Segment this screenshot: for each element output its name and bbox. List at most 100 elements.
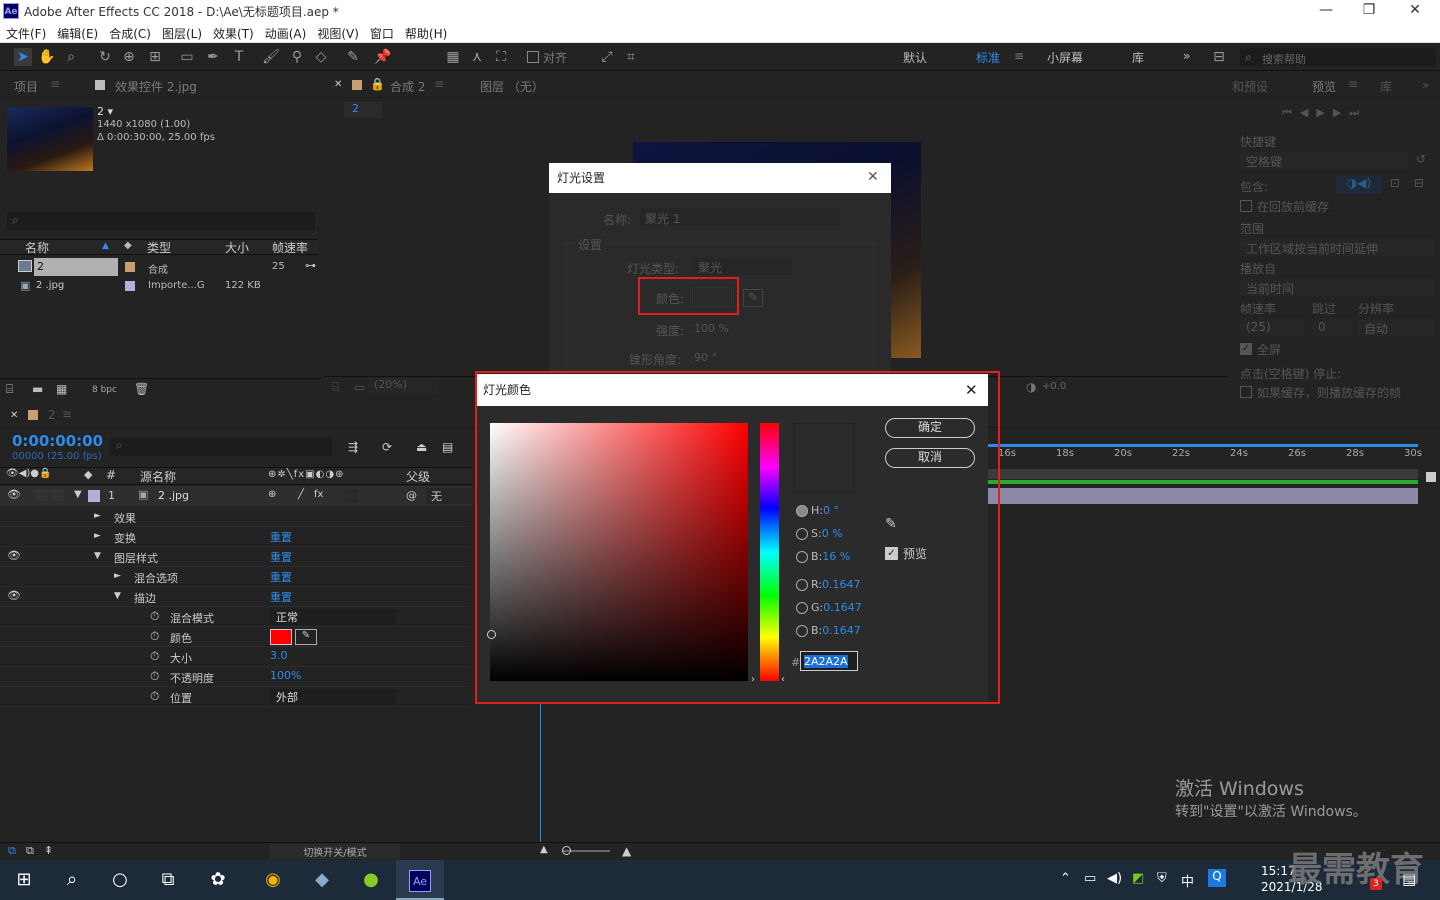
menu-composition[interactable]: 合成(C) xyxy=(103,23,156,42)
property-value[interactable]: 重置 xyxy=(270,529,292,545)
after-effects-taskbar-icon[interactable]: Ae xyxy=(396,860,444,900)
property-row[interactable]: 👁 ▼ 描边 重置 xyxy=(0,587,470,607)
range-dropdown[interactable]: 工作区域按当前时间延伸 xyxy=(1240,239,1434,256)
project-row-comp[interactable]: 2 合成 25 ⊶ xyxy=(0,258,318,276)
skip-dropdown[interactable]: 0 xyxy=(1312,319,1352,336)
expand-arrow-icon[interactable]: ▼ xyxy=(94,551,101,561)
more-tabs-icon[interactable]: » xyxy=(1422,78,1429,92)
close-icon[interactable]: ✕ xyxy=(867,169,879,185)
maximize-button[interactable]: ❐ xyxy=(1349,2,1389,20)
close-window-button[interactable]: ✕ xyxy=(1395,2,1435,20)
help-search-box[interactable]: ⌕ 搜索帮助 xyxy=(1240,48,1436,66)
menu-file[interactable]: 文件(F) xyxy=(0,23,51,42)
network-icon[interactable]: ▭ xyxy=(1084,871,1096,886)
property-value[interactable]: 重置 xyxy=(270,549,292,565)
menu-animation[interactable]: 动画(A) xyxy=(259,23,312,42)
hand-tool-icon[interactable]: ✋ xyxy=(38,48,56,66)
property-value[interactable]: 100% xyxy=(270,669,301,682)
transfer-controls-icon[interactable]: ⧉ xyxy=(26,844,34,858)
project-search[interactable]: ⌕ xyxy=(7,212,315,230)
exposure-value[interactable]: +0.0 xyxy=(1042,381,1066,392)
shortcut-dropdown[interactable]: 空格键 xyxy=(1240,152,1408,169)
property-row[interactable]: ⏱ 混合模式 正常 xyxy=(0,607,470,627)
layer-duration-bar[interactable] xyxy=(988,488,1418,504)
frame-blending-icon[interactable]: ▤ xyxy=(442,440,453,454)
text-tool-icon[interactable]: T xyxy=(230,48,248,66)
fullscreen-checkbox[interactable]: ✓ xyxy=(1240,343,1252,355)
action-center-icon[interactable]: ▤ xyxy=(1402,870,1416,888)
brush-tool-icon[interactable]: 🖌 xyxy=(262,48,280,66)
col-fps[interactable]: 帧速率 xyxy=(272,239,308,256)
property-value[interactable]: 重置 xyxy=(270,589,292,605)
interpret-footage-icon[interactable]: ⌸ xyxy=(6,382,13,397)
col-parent[interactable]: 父级 xyxy=(406,468,430,485)
stroke-color-swatch[interactable] xyxy=(270,629,292,645)
panel-menu-icon[interactable]: ≡ xyxy=(62,407,72,421)
property-row[interactable]: ► 效果 xyxy=(0,507,470,527)
col-name[interactable]: 名称 xyxy=(25,239,49,256)
label-tag-icon[interactable]: ◆ xyxy=(124,240,132,251)
ime-indicator[interactable]: 中 xyxy=(1181,871,1194,890)
property-row[interactable]: ⏱ 颜色 ✎ xyxy=(0,627,470,647)
eraser-tool-icon[interactable]: ◇ xyxy=(312,48,330,66)
nvidia-icon[interactable]: ◩ xyxy=(1132,871,1144,886)
minimize-button[interactable]: — xyxy=(1306,2,1346,20)
property-value[interactable]: 3.0 xyxy=(270,649,288,662)
lock-toggle[interactable] xyxy=(52,489,64,501)
pinwheel-app-icon[interactable]: ✿ xyxy=(194,860,242,900)
security-shield-icon[interactable]: ⛨ xyxy=(1157,871,1167,886)
workspace-standard[interactable]: 标准 xyxy=(976,49,1000,66)
property-dropdown[interactable]: 外部 xyxy=(270,689,396,705)
work-area-bar[interactable] xyxy=(988,444,1418,447)
snap-checkbox[interactable] xyxy=(527,51,539,63)
qq-icon[interactable]: Q xyxy=(1208,869,1226,887)
property-row[interactable]: ⏱ 位置 外部 xyxy=(0,687,470,707)
playback-controls-icon[interactable]: ⏮◀▶▶⏭ xyxy=(1282,106,1367,120)
stopwatch-icon[interactable]: ⏱ xyxy=(150,689,159,704)
layer-row[interactable]: 👁 ▼ 1 ▣ 2 .jpg ⊕ ╱ fx @ 无 xyxy=(0,486,474,506)
property-dropdown[interactable]: 正常 xyxy=(270,609,396,625)
rectangle-tool-icon[interactable]: ▭ xyxy=(178,48,196,66)
property-row[interactable]: ► 变换 重置 xyxy=(0,527,470,547)
show-hidden-icons[interactable]: ⌃ xyxy=(1060,871,1071,886)
time-navigator[interactable] xyxy=(988,469,1418,479)
close-tab-icon[interactable]: ✕ xyxy=(10,410,18,421)
notebook-app-icon[interactable]: ◆ xyxy=(298,860,346,900)
local-axis-icon[interactable]: ▦ xyxy=(444,48,462,66)
close-tab-icon[interactable]: ✕ xyxy=(334,79,342,90)
panel-menu-icon[interactable]: ≡ xyxy=(1348,77,1358,91)
cache-checkbox[interactable] xyxy=(1240,200,1252,212)
play-from-dropdown[interactable]: 当前时间 xyxy=(1240,279,1434,296)
stopwatch-icon[interactable]: ⏱ xyxy=(150,609,159,624)
expand-arrow-icon[interactable]: ► xyxy=(114,571,121,581)
menu-layer[interactable]: 图层(L) xyxy=(156,23,207,42)
roto-brush-tool-icon[interactable]: ✎ xyxy=(344,48,362,66)
puppet-pin-tool-icon[interactable]: 📌 xyxy=(374,48,392,66)
cortana-icon[interactable]: ○ xyxy=(96,860,144,900)
menu-effect[interactable]: 效果(T) xyxy=(207,23,259,42)
current-timecode[interactable]: 0:00:00:00 xyxy=(12,432,103,450)
tab-timeline[interactable]: 2 xyxy=(48,408,56,422)
panel-menu-icon[interactable]: ≡ xyxy=(50,77,60,91)
light-type-dropdown[interactable]: 聚光 xyxy=(692,258,792,275)
zoom-dropdown[interactable]: (20%) xyxy=(368,378,438,394)
property-row[interactable]: ⏱ 不透明度 100% xyxy=(0,667,470,687)
camera-tool-icon[interactable]: ⊕ xyxy=(120,48,138,66)
light-name-input[interactable]: 聚光 1 xyxy=(639,208,839,226)
cache-frames-checkbox[interactable] xyxy=(1240,386,1252,398)
task-view-icon[interactable]: ⧉ xyxy=(144,860,192,900)
comp-mini-flowchart-icon[interactable]: ⇶ xyxy=(348,440,358,454)
expand-arrow-icon[interactable]: ► xyxy=(94,531,101,541)
shy-switch-icon[interactable]: ⊕ xyxy=(268,489,276,500)
expand-arrow-icon[interactable]: ▼ xyxy=(114,591,121,601)
lock-icon[interactable]: 🔒 xyxy=(370,77,385,91)
pick-whip-icon[interactable]: @ xyxy=(406,489,417,502)
display-icon[interactable]: ▭ xyxy=(354,380,365,394)
resolution-dropdown[interactable]: 自动 xyxy=(1358,319,1434,336)
trash-icon[interactable]: 🗑 xyxy=(134,382,149,396)
search-icon[interactable]: ⌕ xyxy=(48,860,96,900)
eyedropper-icon[interactable]: ✎ xyxy=(743,289,763,307)
world-axis-icon[interactable]: ⋏ xyxy=(468,48,486,66)
panel-menu-icon[interactable]: ≡ xyxy=(434,77,444,91)
new-comp-icon[interactable]: ▦ xyxy=(56,382,67,396)
